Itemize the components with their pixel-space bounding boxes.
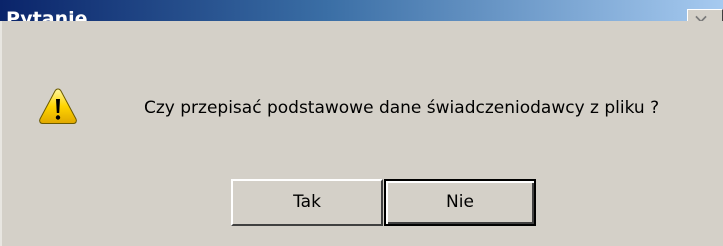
no-button[interactable]: Nie	[384, 179, 536, 226]
question-message: Czy przepisać podstawowe dane świadczeni…	[144, 98, 660, 118]
yes-button[interactable]: Tak	[231, 179, 383, 226]
warning-icon	[39, 88, 77, 124]
